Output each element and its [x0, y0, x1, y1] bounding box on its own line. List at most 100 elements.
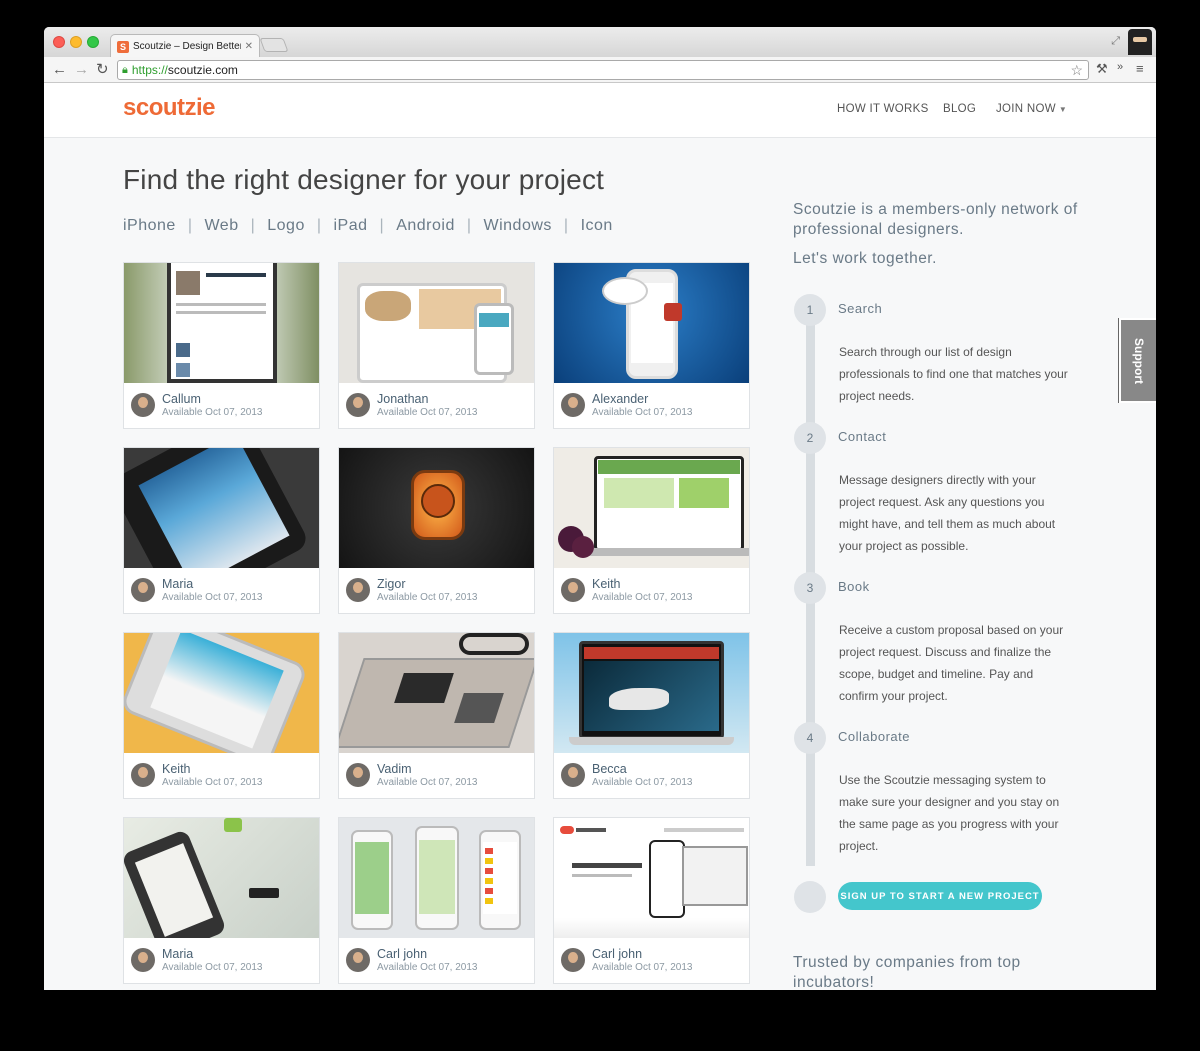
- title-bar: S Scoutzie – Design Better A ✕ ⤢: [44, 27, 1156, 58]
- designer-card[interactable]: Carl john Available Oct 07, 2013: [338, 817, 535, 984]
- designer-card[interactable]: Maria Available Oct 07, 2013: [123, 817, 320, 984]
- forward-arrow-icon[interactable]: →: [74, 61, 89, 79]
- avatar: [131, 763, 155, 787]
- designer-card[interactable]: Alexander Available Oct 07, 2013: [553, 262, 750, 429]
- step-title: Collaborate: [838, 729, 910, 744]
- scoutzie-logo[interactable]: scoutzie: [123, 94, 216, 122]
- designer-card[interactable]: Callum Available Oct 07, 2013: [123, 262, 320, 429]
- zoom-window-button[interactable]: [87, 36, 99, 48]
- url-host: scoutzie.com: [167, 63, 238, 77]
- portfolio-thumbnail[interactable]: [554, 263, 749, 383]
- designer-name[interactable]: Zigor: [377, 577, 405, 591]
- url-scheme: https://: [131, 63, 168, 77]
- category-separator: |: [563, 217, 569, 234]
- availability: Available Oct 07, 2013: [162, 407, 263, 418]
- browser-toolbar: ← → ↻ 🔒︎ https:// scoutzie.com ☆ ⚒ » ≡: [44, 57, 1156, 83]
- designer-name[interactable]: Vadim: [377, 762, 412, 776]
- portfolio-thumbnail[interactable]: [339, 263, 534, 383]
- category-iphone[interactable]: iPhone: [123, 217, 176, 234]
- designer-card[interactable]: Maria Available Oct 07, 2013: [123, 447, 320, 614]
- page: scoutzie HOW IT WORKS BLOG JOIN NOW ▼ Fin…: [44, 84, 1156, 990]
- browser-tab[interactable]: S Scoutzie – Design Better A ✕: [110, 34, 260, 58]
- portfolio-thumbnail[interactable]: [554, 633, 749, 753]
- portfolio-thumbnail[interactable]: [339, 633, 534, 753]
- designer-card[interactable]: Zigor Available Oct 07, 2013: [338, 447, 535, 614]
- designer-card[interactable]: Carl john Available Oct 07, 2013: [553, 817, 750, 984]
- avatar: [131, 948, 155, 972]
- designer-card[interactable]: Vadim Available Oct 07, 2013: [338, 632, 535, 799]
- fullscreen-icon[interactable]: ⤢: [1111, 35, 1120, 48]
- bookmark-star-icon[interactable]: ☆: [1070, 62, 1083, 79]
- signup-cta-button[interactable]: SIGN UP TO START A NEW PROJECT: [838, 882, 1042, 910]
- designer-name[interactable]: Callum: [162, 392, 201, 406]
- wrench-icon[interactable]: ⚒: [1096, 61, 1108, 77]
- category-ipad[interactable]: iPad: [334, 217, 368, 234]
- portfolio-thumbnail[interactable]: [339, 818, 534, 938]
- portfolio-thumbnail[interactable]: [124, 633, 319, 753]
- designer-name[interactable]: Jonathan: [377, 392, 428, 406]
- designer-card[interactable]: Becca Available Oct 07, 2013: [553, 632, 750, 799]
- designer-name[interactable]: Becca: [592, 762, 627, 776]
- nav-blog[interactable]: BLOG: [943, 103, 976, 115]
- availability: Available Oct 07, 2013: [377, 777, 478, 788]
- category-separator: |: [379, 217, 385, 234]
- availability: Available Oct 07, 2013: [162, 592, 263, 603]
- portfolio-thumbnail[interactable]: [124, 263, 319, 383]
- support-tab[interactable]: Support: [1119, 318, 1156, 403]
- category-separator: |: [316, 217, 322, 234]
- avatar: [561, 393, 585, 417]
- tab-close-icon[interactable]: ✕: [245, 41, 253, 52]
- step-number: 4: [794, 722, 826, 754]
- designer-card[interactable]: Jonathan Available Oct 07, 2013: [338, 262, 535, 429]
- extensions-chevron-icon[interactable]: »: [1117, 61, 1123, 73]
- designer-name[interactable]: Keith: [162, 762, 191, 776]
- avatar: [561, 763, 585, 787]
- category-web[interactable]: Web: [204, 217, 238, 234]
- category-icon[interactable]: Icon: [581, 217, 613, 234]
- step-number: 3: [794, 572, 826, 604]
- step-title: Book: [838, 579, 870, 594]
- designer-card[interactable]: Keith Available Oct 07, 2013: [123, 632, 320, 799]
- new-tab-button[interactable]: [259, 38, 289, 52]
- address-bar[interactable]: 🔒︎ https:// scoutzie.com ☆: [117, 60, 1089, 80]
- minimize-window-button[interactable]: [70, 36, 82, 48]
- step-number: 2: [794, 422, 826, 454]
- availability: Available Oct 07, 2013: [592, 777, 693, 788]
- category-android[interactable]: Android: [396, 217, 455, 234]
- step-title: Contact: [838, 429, 887, 444]
- back-arrow-icon[interactable]: ←: [52, 61, 67, 79]
- category-separator: |: [187, 217, 193, 234]
- designer-name[interactable]: Carl john: [377, 947, 427, 961]
- category-windows[interactable]: Windows: [484, 217, 552, 234]
- portfolio-thumbnail[interactable]: [339, 448, 534, 568]
- caret-down-icon: ▼: [1058, 105, 1068, 114]
- portfolio-thumbnail[interactable]: [124, 818, 319, 938]
- category-logo[interactable]: Logo: [267, 217, 305, 234]
- browser-window: S Scoutzie – Design Better A ✕ ⤢ ← → ↻ 🔒…: [44, 27, 1156, 990]
- portfolio-thumbnail[interactable]: [124, 448, 319, 568]
- close-window-button[interactable]: [53, 36, 65, 48]
- nav-join-now[interactable]: JOIN NOW ▼: [996, 103, 1067, 115]
- designer-name[interactable]: Alexander: [592, 392, 648, 406]
- category-separator: |: [466, 217, 472, 234]
- avatar: [561, 578, 585, 602]
- designer-name[interactable]: Keith: [592, 577, 621, 591]
- menu-icon[interactable]: ≡: [1136, 61, 1144, 76]
- avatar: [346, 393, 370, 417]
- portfolio-thumbnail[interactable]: [554, 448, 749, 568]
- designer-name[interactable]: Carl john: [592, 947, 642, 961]
- tab-title: Scoutzie – Design Better A: [133, 41, 241, 52]
- portfolio-thumbnail[interactable]: [554, 818, 749, 938]
- reload-icon[interactable]: ↻: [96, 61, 109, 79]
- designer-card[interactable]: Keith Available Oct 07, 2013: [553, 447, 750, 614]
- avatar: [131, 393, 155, 417]
- designer-name[interactable]: Maria: [162, 947, 193, 961]
- category-separator: |: [250, 217, 256, 234]
- designer-name[interactable]: Maria: [162, 577, 193, 591]
- profile-avatar-icon[interactable]: [1128, 29, 1152, 55]
- trusted-heading: Trusted by companies from top incubators…: [793, 954, 1021, 990]
- nav-how-it-works[interactable]: HOW IT WORKS: [837, 103, 929, 115]
- site-header: scoutzie HOW IT WORKS BLOG JOIN NOW ▼: [44, 84, 1156, 138]
- step-number: 1: [794, 294, 826, 326]
- avatar: [346, 578, 370, 602]
